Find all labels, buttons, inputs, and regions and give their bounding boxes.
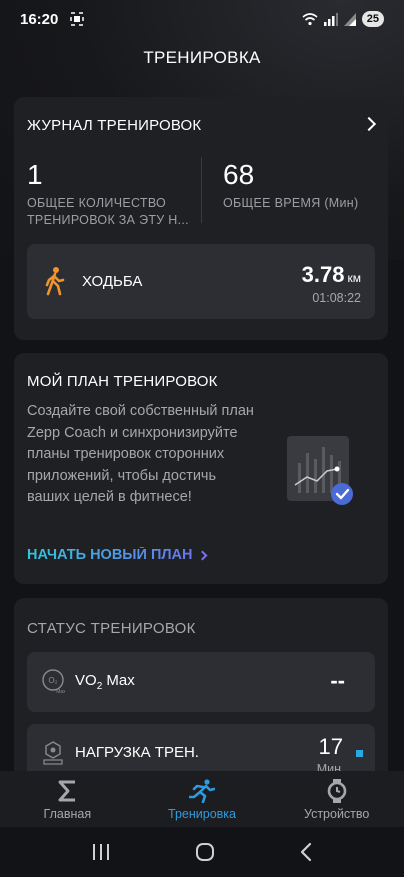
training-status-header: СТАТУС ТРЕНИРОВОК xyxy=(27,620,196,637)
stat-divider xyxy=(201,157,202,223)
system-nav-bar xyxy=(0,827,404,877)
walking-icon xyxy=(45,267,65,296)
total-count-label: ОБЩЕЕ КОЛИЧЕСТВО ТРЕНИРОВОК ЗА ЭТУ Н... xyxy=(27,196,189,227)
training-load-icon xyxy=(43,741,63,765)
watch-icon xyxy=(327,779,346,803)
plan-card: МОЙ ПЛАН ТРЕНИРОВОК Создайте свой собств… xyxy=(14,353,388,584)
signal-icon xyxy=(323,12,338,26)
training-load-value: 17 xyxy=(318,734,343,759)
vo2max-label: VO2 Max xyxy=(75,672,135,692)
total-count-stat: 1 ОБЩЕЕ КОЛИЧЕСТВО ТРЕНИРОВОК ЗА ЭТУ Н..… xyxy=(27,159,197,229)
chevron-right-icon xyxy=(197,550,207,560)
nav-label-home: Главная xyxy=(43,807,92,821)
nav-item-device[interactable]: Устройство xyxy=(269,771,404,827)
nav-label-training: Тренировка xyxy=(168,807,236,821)
vo2max-row[interactable]: O₂ Max VO2 Max -- xyxy=(27,652,375,712)
journal-card[interactable]: ЖУРНАЛ ТРЕНИРОВОК 1 ОБЩЕЕ КОЛИЧЕСТВО ТРЕ… xyxy=(14,97,388,340)
plan-chart-illustration xyxy=(287,436,353,505)
bottom-nav: Главная Тренировка Устройство xyxy=(0,771,404,827)
chevron-right-icon[interactable] xyxy=(361,116,377,132)
total-time-value: 68 xyxy=(223,159,255,190)
svg-text:O₂: O₂ xyxy=(48,676,57,685)
svg-text:Max: Max xyxy=(56,689,65,694)
nav-item-home[interactable]: Главная xyxy=(0,771,135,827)
back-icon[interactable] xyxy=(299,842,313,862)
battery-badge: 25 xyxy=(361,11,384,27)
nav-item-training[interactable]: Тренировка xyxy=(135,771,270,827)
activity-distance: 3.78 км xyxy=(301,262,361,287)
activity-name: ХОДЬБА xyxy=(82,273,143,290)
training-load-label: НАГРУЗКА ТРЕН. xyxy=(75,744,199,761)
total-count-value: 1 xyxy=(27,159,43,190)
training-status-card: СТАТУС ТРЕНИРОВОК O₂ Max VO2 Max -- НАГР… xyxy=(14,598,388,798)
vo2max-value: -- xyxy=(330,668,345,693)
start-new-plan-link[interactable]: НАЧАТЬ НОВЫЙ ПЛАН xyxy=(27,547,207,563)
nav-label-device: Устройство xyxy=(303,807,370,821)
vo2max-icon: O₂ Max xyxy=(42,669,65,694)
home-icon[interactable] xyxy=(194,841,216,863)
recent-apps-icon[interactable] xyxy=(91,843,111,861)
journal-header: ЖУРНАЛ ТРЕНИРОВОК xyxy=(27,117,202,134)
total-time-stat: 68 ОБЩЕЕ ВРЕМЯ (Мин) xyxy=(223,159,383,212)
load-indicator xyxy=(356,750,363,757)
status-time: 16:20 xyxy=(20,10,59,28)
running-icon xyxy=(189,779,215,803)
wifi-icon xyxy=(302,12,318,25)
plan-header: МОЙ ПЛАН ТРЕНИРОВОК xyxy=(27,373,218,390)
plan-description: Создайте свой собственный план Zepp Coac… xyxy=(27,403,254,505)
status-bar: 16:20 25 xyxy=(0,0,404,38)
signal-icon-2 xyxy=(343,12,356,26)
page-title: ТРЕНИРОВКА xyxy=(143,48,261,67)
activity-duration: 01:08:22 xyxy=(312,291,361,305)
total-time-label: ОБЩЕЕ ВРЕМЯ (Мин) xyxy=(223,196,359,210)
activity-row-walking[interactable]: ХОДЬБА 3.78 км 01:08:22 xyxy=(27,244,375,319)
screenshot-icon xyxy=(70,12,85,26)
sigma-icon xyxy=(58,780,76,802)
